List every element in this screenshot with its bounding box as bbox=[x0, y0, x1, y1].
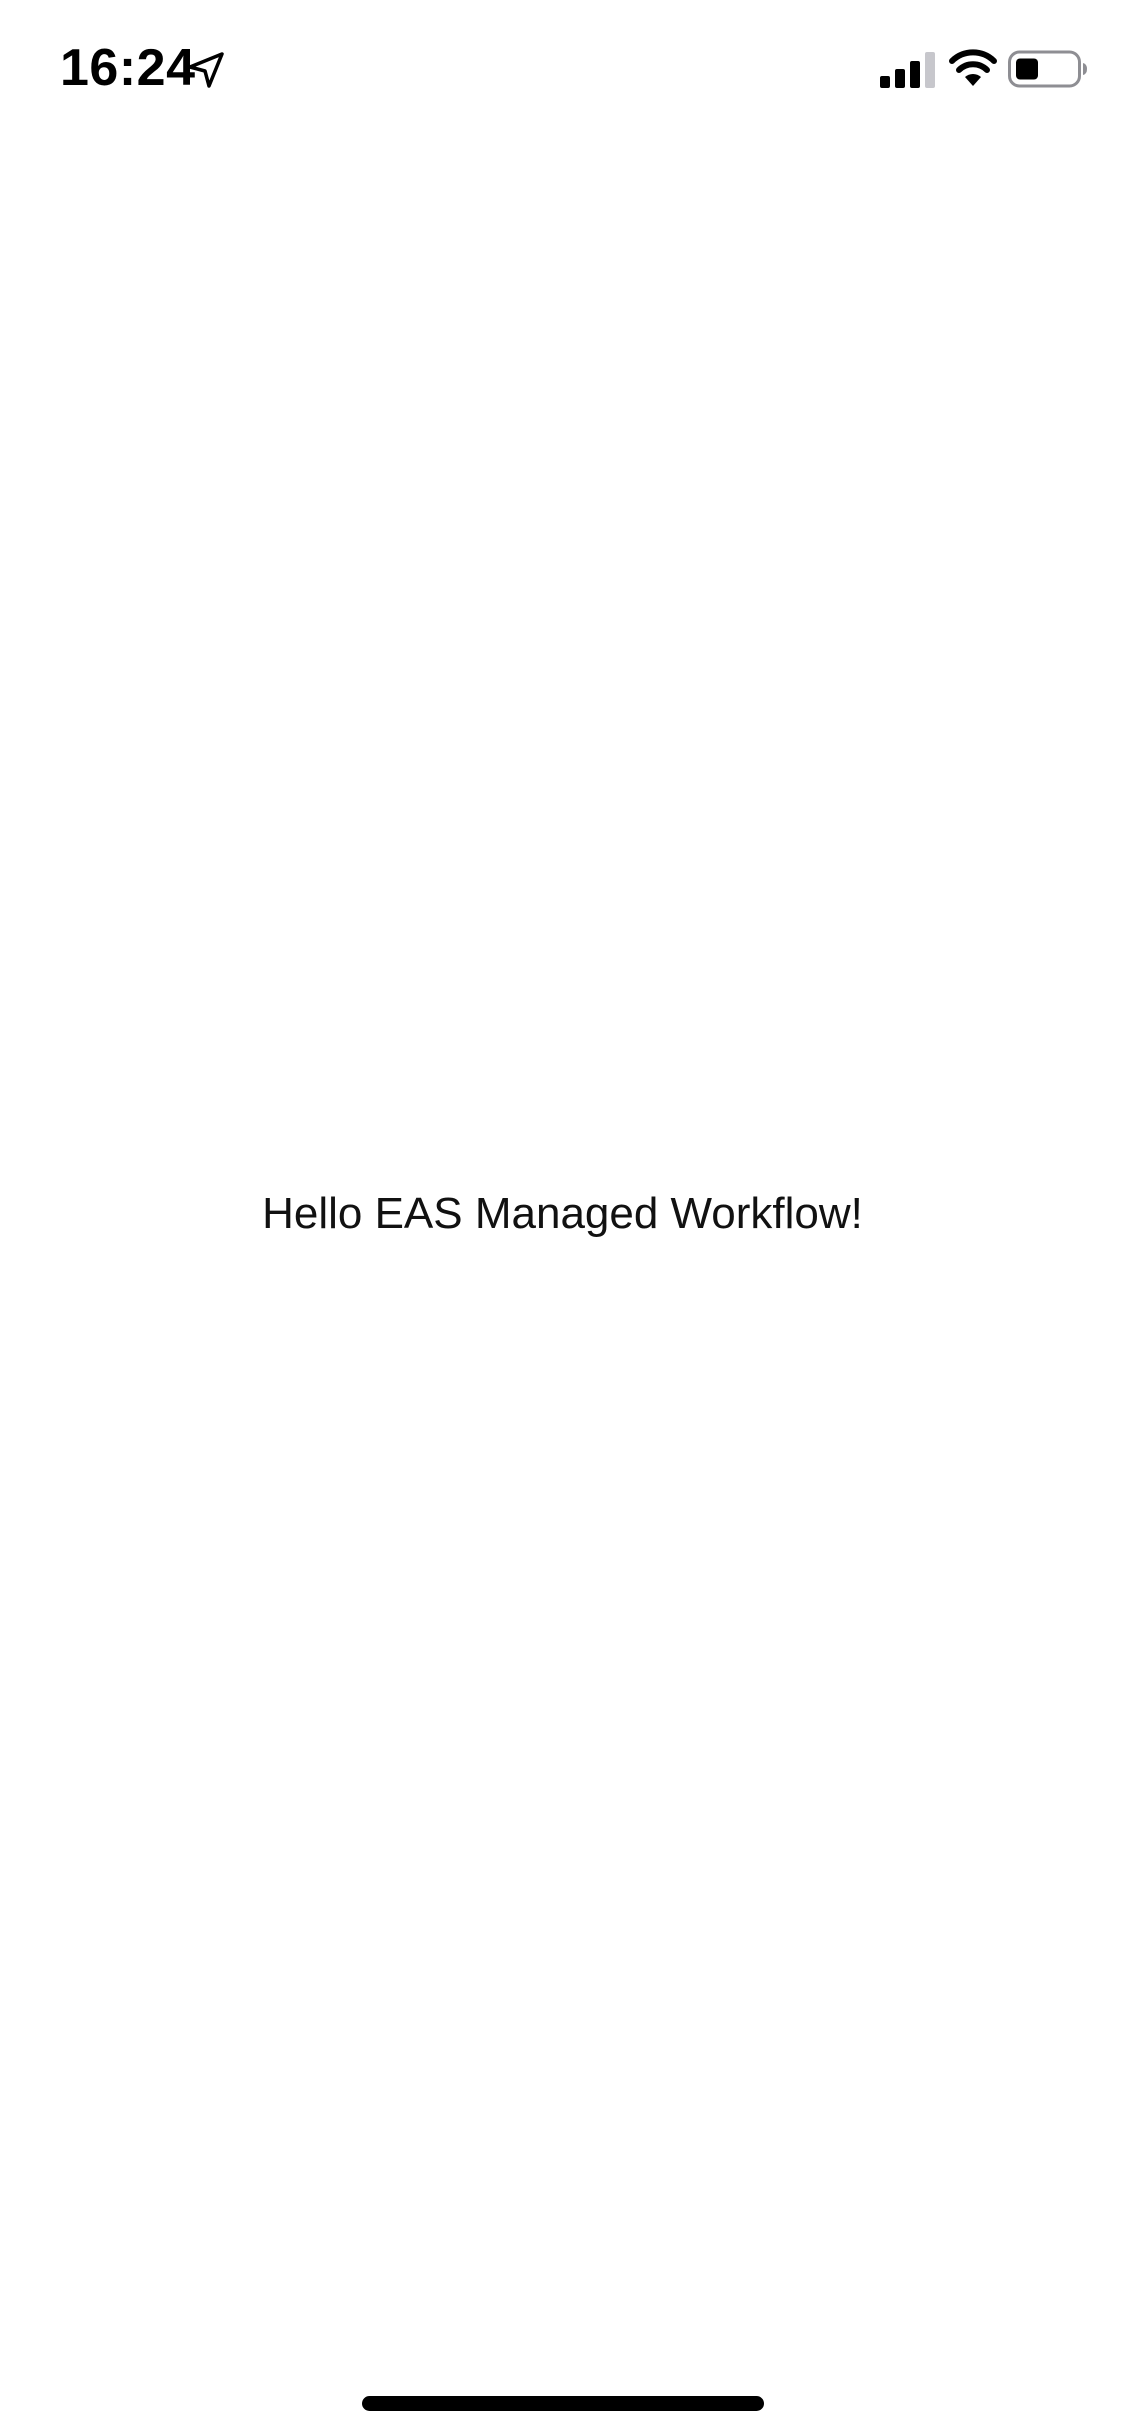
hello-message: Hello EAS Managed Workflow! bbox=[262, 1189, 863, 1238]
app-screen: 16:24 Hello EAS Managed Workflow! bbox=[0, 0, 1125, 2436]
cellular-signal-icon bbox=[880, 52, 935, 88]
battery-icon bbox=[1008, 50, 1087, 88]
location-arrow-icon bbox=[188, 52, 224, 88]
wifi-icon bbox=[949, 49, 997, 86]
home-indicator[interactable] bbox=[362, 2396, 764, 2411]
status-time: 16:24 bbox=[60, 39, 196, 97]
status-bar: 16:24 bbox=[0, 0, 1125, 132]
